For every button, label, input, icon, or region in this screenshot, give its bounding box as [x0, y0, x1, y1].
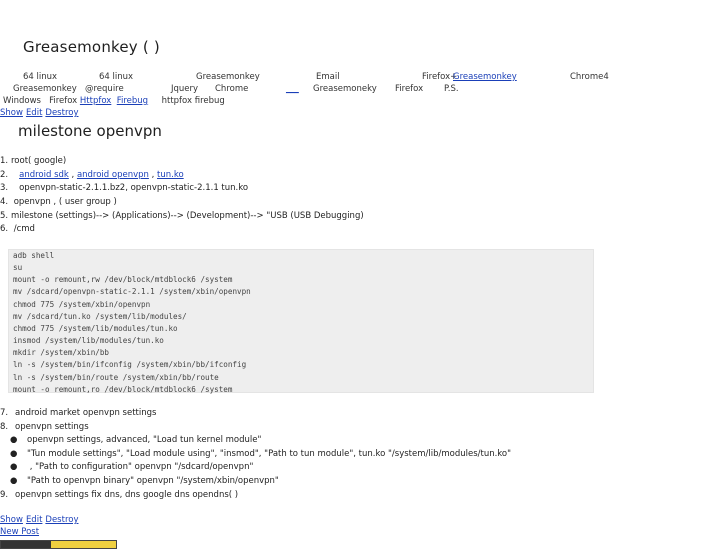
- bullet-icon: ●: [10, 462, 18, 473]
- settings-sublist: ● openvpn settings, advanced, "Load tun k…: [0, 434, 511, 488]
- bullet-icon: ●: [10, 475, 18, 486]
- list-item: ● "Path to openvpn binary" openvpn "/syst…: [0, 475, 511, 489]
- code-block: adb shell su mount -o remount,rw /dev/bl…: [8, 249, 594, 394]
- list-item: ● openvpn settings, advanced, "Load tun k…: [0, 434, 511, 448]
- list-item: 9. openvpn settings fix dns, dns google d…: [0, 490, 239, 500]
- post-title: Greasemonkey ( ): [23, 38, 160, 56]
- info-text: Jquery: [171, 84, 199, 94]
- list-item: 3. openvpn-static-2.1.1.bz2, openvpn-sta…: [0, 183, 249, 194]
- show-link[interactable]: Show: [0, 515, 23, 525]
- info-text: Email: [316, 72, 340, 82]
- info-text: @require: [85, 84, 124, 94]
- httpfox-link[interactable]: Httpfox: [80, 96, 111, 106]
- info-text: Greasemonkey: [196, 72, 260, 82]
- list-item: 2. android sdk , android openvpn , tun.k…: [0, 169, 184, 180]
- info-text: Chrome4: [570, 72, 609, 82]
- bullet-icon: ●: [10, 448, 18, 459]
- destroy-link[interactable]: Destroy: [45, 108, 78, 118]
- show-link[interactable]: Show: [0, 108, 23, 118]
- info-text: Firefox: [49, 96, 78, 106]
- list-item: ● "Tun module settings", "Load module usi…: [0, 448, 511, 462]
- greasemonkey-link[interactable]: Greasemonkey: [453, 72, 517, 82]
- info-text: Windows: [3, 96, 41, 106]
- list-item: 5. milestone (settings)--> (Applications)…: [0, 210, 364, 221]
- info-text: P.S.: [444, 84, 459, 94]
- footer-actions: Show Edit Destroy: [0, 515, 81, 525]
- list-item: 8. openvpn settings: [0, 421, 89, 432]
- steps-list-continued: 7. android market openvpn settings 8. open…: [0, 407, 156, 434]
- android-openvpn-link[interactable]: android openvpn: [77, 170, 149, 180]
- info-text: Firefox+: [422, 72, 458, 82]
- tun-ko-link[interactable]: tun.ko: [157, 170, 184, 180]
- new-post-link[interactable]: New Post: [0, 527, 39, 537]
- info-text: httpfox firebug: [161, 96, 225, 106]
- info-text: Firefox: [395, 84, 424, 94]
- info-text: Chrome: [215, 84, 249, 94]
- info-text: Greasemoneky: [313, 84, 377, 94]
- post-info-line-3: Windows Firefox Httpfox Firebug httpfox …: [3, 96, 225, 106]
- list-item: 1. root( google): [0, 156, 67, 166]
- edit-link[interactable]: Edit: [26, 515, 42, 525]
- edit-link[interactable]: Edit: [26, 108, 42, 118]
- info-text: Greasemonkey: [13, 84, 77, 94]
- firebug-link[interactable]: Firebug: [117, 96, 148, 106]
- post-actions: Show Edit Destroy: [0, 108, 81, 118]
- steps-list: 1. root( google) 2. android sdk , android…: [0, 155, 700, 237]
- article-heading: milestone openvpn: [18, 122, 162, 140]
- bullet-icon: ●: [10, 435, 18, 445]
- list-item: 7. android market openvpn settings: [0, 408, 157, 418]
- info-text: 64 linux: [23, 72, 58, 82]
- info-text: 64 linux: [99, 72, 134, 82]
- list-item: 6. /cmd: [0, 224, 35, 235]
- list-item: 4. openvpn , ( user group ): [0, 197, 117, 208]
- list-item: ● , "Path to configuration" openvpn "/sd…: [0, 461, 511, 475]
- blank-link[interactable]: ___: [286, 84, 299, 94]
- android-sdk-link[interactable]: android sdk: [19, 170, 69, 180]
- destroy-link[interactable]: Destroy: [45, 515, 78, 525]
